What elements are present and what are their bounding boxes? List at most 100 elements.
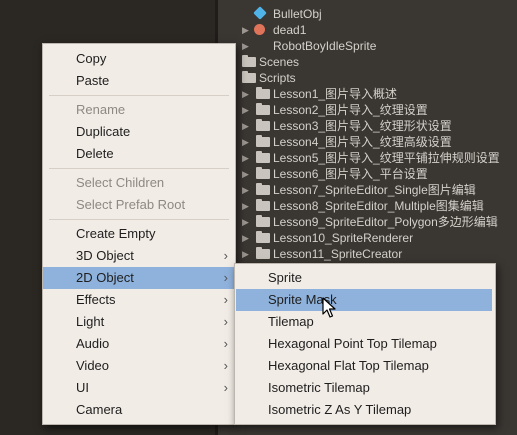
tree-item-lesson6[interactable]: ▶ Lesson6_图片导入_平台设置	[218, 166, 517, 182]
expand-arrow-icon[interactable]: ▶	[242, 214, 252, 230]
tree-item-scripts[interactable]: Scripts	[218, 70, 517, 86]
submenu-item-label: Tilemap	[268, 314, 314, 329]
menu-item-3d-object[interactable]: 3D Object ›	[43, 245, 235, 267]
tree-item-label: Lesson10_SpriteRenderer	[273, 231, 414, 245]
submenu-item-hexagonal-point-top-tilemap[interactable]: Hexagonal Point Top Tilemap	[235, 333, 495, 355]
menu-item-label: Audio	[76, 336, 110, 351]
tree-item-label: Lesson4_图片导入_纹理高级设置	[273, 135, 452, 149]
expand-arrow-icon[interactable]: ▶	[242, 166, 252, 182]
tree-item-lesson3[interactable]: ▶ Lesson3_图片导入_纹理形状设置	[218, 118, 517, 134]
tree-item-label: Lesson9_SpriteEditor_Polygon多边形编辑	[273, 215, 498, 229]
menu-item-select-prefab-root: Select Prefab Root	[43, 194, 235, 216]
menu-item-label: Video	[76, 358, 110, 373]
tree-item-label: Lesson1_图片导入概述	[273, 87, 398, 101]
menu-item-effects[interactable]: Effects ›	[43, 289, 235, 311]
expand-arrow-icon[interactable]: ▶	[242, 38, 252, 54]
menu-separator	[49, 95, 229, 96]
menu-item-label: Effects	[76, 292, 116, 307]
menu-item-label: UI	[76, 380, 89, 395]
submenu-item-sprite[interactable]: Sprite	[235, 267, 495, 289]
tree-item-lesson11[interactable]: ▶ Lesson11_SpriteCreator	[218, 246, 517, 262]
tree-item-label: Lesson6_图片导入_平台设置	[273, 167, 428, 181]
menu-item-label: Copy	[76, 51, 107, 66]
menu-item-delete[interactable]: Delete	[43, 143, 235, 165]
tree-item-lesson4[interactable]: ▶ Lesson4_图片导入_纹理高级设置	[218, 134, 517, 150]
expand-arrow-icon[interactable]: ▶	[242, 102, 252, 118]
tree-item-label: dead1	[273, 23, 307, 37]
tree-item-label: Lesson11_SpriteCreator	[273, 247, 403, 261]
chevron-right-icon: ›	[223, 358, 228, 373]
tree-item-label: Lesson5_图片导入_纹理平铺拉伸规则设置	[273, 151, 500, 165]
tree-item-robotboyidlesprite[interactable]: ▶ RobotBoyIdleSprite	[218, 38, 517, 54]
folder-icon	[256, 167, 270, 179]
expand-arrow-icon[interactable]: ▶	[242, 86, 252, 102]
tree-item-lesson2[interactable]: ▶ Lesson2_图片导入_纹理设置	[218, 102, 517, 118]
tree-item-lesson10[interactable]: ▶ Lesson10_SpriteRenderer	[218, 230, 517, 246]
folder-icon	[256, 199, 270, 211]
folder-icon	[256, 151, 270, 163]
menu-item-camera[interactable]: Camera	[43, 399, 235, 421]
expand-arrow-icon[interactable]: ▶	[242, 198, 252, 214]
menu-item-2d-object[interactable]: 2D Object ›	[43, 267, 235, 289]
tree-item-label: Lesson8_SpriteEditor_Multiple图集编辑	[273, 199, 484, 213]
tree-item-bulletobj[interactable]: BulletObj	[218, 6, 517, 22]
chevron-right-icon: ›	[223, 314, 228, 329]
menu-item-label: Light	[76, 314, 105, 329]
tree-item-lesson5[interactable]: ▶ Lesson5_图片导入_纹理平铺拉伸规则设置	[218, 150, 517, 166]
submenu-item-label: Hexagonal Point Top Tilemap	[268, 336, 437, 351]
folder-icon	[256, 103, 270, 115]
expand-arrow-icon[interactable]: ▶	[242, 230, 252, 246]
tree-item-lesson9[interactable]: ▶ Lesson9_SpriteEditor_Polygon多边形编辑	[218, 214, 517, 230]
submenu-item-isometric-z-as-y-tilemap[interactable]: Isometric Z As Y Tilemap	[235, 399, 495, 421]
expand-arrow-icon[interactable]: ▶	[242, 150, 252, 166]
tree-item-dead1[interactable]: ▶ dead1	[218, 22, 517, 38]
submenu-item-label: Isometric Tilemap	[268, 380, 370, 395]
tree-item-lesson1[interactable]: ▶ Lesson1_图片导入概述	[218, 86, 517, 102]
menu-item-select-children: Select Children	[43, 172, 235, 194]
menu-item-copy[interactable]: Copy	[43, 48, 235, 70]
expand-arrow-icon[interactable]: ▶	[242, 22, 252, 38]
menu-item-paste[interactable]: Paste	[43, 70, 235, 92]
tree-item-label: Scenes	[259, 55, 300, 69]
folder-icon	[256, 119, 270, 131]
menu-item-label: Paste	[76, 73, 110, 88]
expand-arrow-icon[interactable]: ▶	[242, 246, 252, 262]
menu-item-label: Create Empty	[76, 226, 156, 241]
chevron-right-icon: ›	[223, 336, 228, 351]
expand-arrow-icon[interactable]: ▶	[242, 118, 252, 134]
chevron-right-icon: ›	[223, 270, 228, 285]
submenu-item-tilemap[interactable]: Tilemap	[235, 311, 495, 333]
sprite-icon	[254, 24, 265, 35]
tree-item-scenes[interactable]: Scenes	[218, 54, 517, 70]
menu-item-ui[interactable]: UI ›	[43, 377, 235, 399]
expand-arrow-icon[interactable]: ▶	[242, 182, 252, 198]
folder-icon	[242, 55, 256, 67]
menu-item-create-empty[interactable]: Create Empty	[43, 223, 235, 245]
submenu-item-hexagonal-flat-top-tilemap[interactable]: Hexagonal Flat Top Tilemap	[235, 355, 495, 377]
tree-item-lesson8[interactable]: ▶ Lesson8_SpriteEditor_Multiple图集编辑	[218, 198, 517, 214]
menu-item-audio[interactable]: Audio ›	[43, 333, 235, 355]
mouse-cursor-icon	[322, 297, 336, 318]
submenu-item-isometric-tilemap[interactable]: Isometric Tilemap	[235, 377, 495, 399]
menu-item-label: Delete	[76, 146, 114, 161]
menu-separator	[49, 219, 229, 220]
folder-icon	[256, 215, 270, 227]
menu-item-label: Select Children	[76, 175, 165, 190]
tree-item-label: BulletObj	[273, 7, 322, 21]
prefab-cube-icon	[253, 6, 267, 20]
menu-item-label: Duplicate	[76, 124, 131, 139]
submenu-2d-object: Sprite Sprite Mask Tilemap Hexagonal Poi…	[234, 263, 496, 425]
submenu-item-sprite-mask[interactable]: Sprite Mask	[236, 289, 492, 311]
menu-item-video[interactable]: Video ›	[43, 355, 235, 377]
menu-item-light[interactable]: Light ›	[43, 311, 235, 333]
chevron-right-icon: ›	[223, 248, 228, 263]
expand-arrow-icon[interactable]: ▶	[242, 134, 252, 150]
tree-item-lesson7[interactable]: ▶ Lesson7_SpriteEditor_Single图片编辑	[218, 182, 517, 198]
menu-separator	[49, 168, 229, 169]
menu-item-duplicate[interactable]: Duplicate	[43, 121, 235, 143]
tree-item-label: Scripts	[259, 71, 296, 85]
tree-item-label: Lesson3_图片导入_纹理形状设置	[273, 119, 452, 133]
tree-item-label: Lesson2_图片导入_纹理设置	[273, 103, 428, 117]
menu-item-label: Select Prefab Root	[76, 197, 186, 212]
tree-item-label: Lesson7_SpriteEditor_Single图片编辑	[273, 183, 476, 197]
